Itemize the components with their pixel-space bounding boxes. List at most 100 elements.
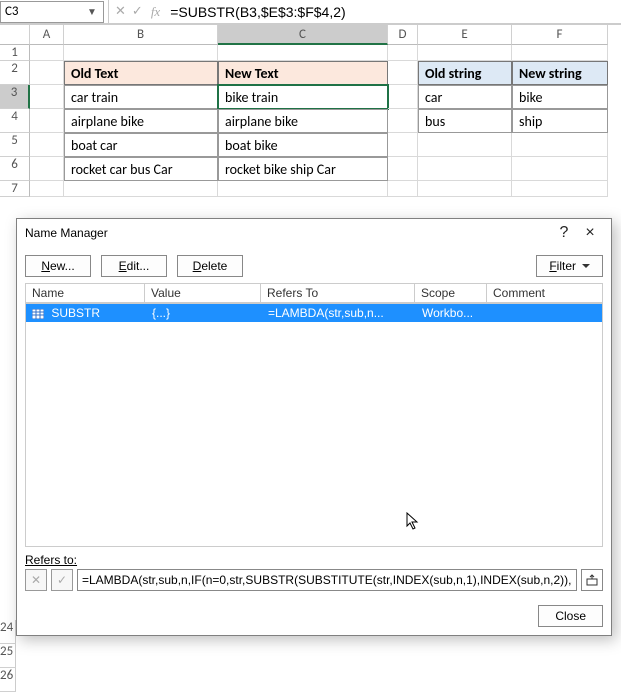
row-header-24[interactable]: 24 [0,620,16,644]
name-list[interactable]: SUBSTR {...} =LAMBDA(str,sub,n... Workbo… [25,303,603,547]
formula-input[interactable] [166,1,621,23]
cell-A6[interactable] [30,157,64,181]
refers-to-input[interactable] [77,569,577,591]
dialog-title: Name Manager [25,226,551,240]
header-old-string[interactable]: Old string [418,61,512,85]
row-header-25[interactable]: 25 [0,644,16,668]
edit-button[interactable]: Edit... [101,255,167,277]
formula-bar-buttons: ✕ ✓ fx [113,4,166,20]
cancel-icon[interactable]: ✕ [115,4,126,19]
cell-C5[interactable]: boat bike [218,133,388,157]
cell-E3[interactable]: car [418,85,512,109]
col-header-E[interactable]: E [418,25,512,45]
cell-C3[interactable]: bike train [218,85,388,109]
col-comment[interactable]: Comment [487,283,603,303]
row-header-7[interactable]: 7 [0,181,30,197]
cell-C6[interactable]: rocket bike ship Car [218,157,388,181]
cell-E6[interactable] [418,157,512,181]
row-value: {...} [146,304,262,322]
cell-D2[interactable] [388,61,418,85]
cell-F5[interactable] [512,133,608,157]
cell-F1[interactable] [512,45,608,61]
filter-button[interactable]: Filter [536,255,603,277]
cell-D4[interactable] [388,109,418,133]
cell-F6[interactable] [512,157,608,181]
enter-icon[interactable]: ✓ [132,4,143,19]
name-list-header: Name Value Refers To Scope Comment [17,283,611,303]
row-stubs: 24 25 26 [0,620,16,692]
cell-C1[interactable] [218,45,388,61]
col-scope[interactable]: Scope [415,283,487,303]
cell-A1[interactable] [30,45,64,61]
select-all-cell[interactable] [0,25,30,45]
name-manager-dialog: Name Manager ? × New... Edit... Delete F… [16,218,612,636]
close-button[interactable]: Close [538,605,603,627]
row-comment [488,304,602,322]
cell-F4[interactable]: ship [512,109,608,133]
formula-bar: C3 ▼ ✕ ✓ fx [0,0,621,24]
close-icon[interactable]: × [577,224,603,242]
col-value[interactable]: Value [145,283,261,303]
col-name[interactable]: Name [25,283,145,303]
dialog-titlebar[interactable]: Name Manager ? × [17,219,611,247]
cell-A4[interactable] [30,109,64,133]
refers-confirm-icon[interactable]: ✓ [51,569,73,591]
cell-F3[interactable]: bike [512,85,608,109]
row-header-6[interactable]: 6 [0,157,30,181]
cell-D3[interactable] [388,85,418,109]
cell-B5[interactable]: boat car [64,133,218,157]
col-header-B[interactable]: B [64,25,218,45]
cell-B3[interactable]: car train [64,85,218,109]
refers-cancel-icon[interactable]: ✕ [25,569,47,591]
row-refers: =LAMBDA(str,sub,n... [262,304,416,322]
chevron-down-icon[interactable]: ▼ [85,5,99,18]
row-scope: Workbo... [416,304,488,322]
cell-A3[interactable] [30,85,64,109]
cell-D7[interactable] [388,181,418,197]
name-row-substr[interactable]: SUBSTR {...} =LAMBDA(str,sub,n... Workbo… [26,304,602,322]
cell-C7[interactable] [218,181,388,197]
cell-B1[interactable] [64,45,218,61]
range-picker-icon[interactable] [581,569,603,591]
col-header-F[interactable]: F [512,25,608,45]
cell-E7[interactable] [418,181,512,197]
col-refers[interactable]: Refers To [261,283,415,303]
header-old-text[interactable]: Old Text [64,61,218,85]
row-header-4[interactable]: 4 [0,109,30,133]
row-header-1[interactable]: 1 [0,45,30,61]
delete-button[interactable]: Delete [177,255,243,277]
spreadsheet-grid[interactable]: A B C D E F 1 2 Old Text New Text Old st… [0,24,621,197]
cell-A5[interactable] [30,133,64,157]
cell-F7[interactable] [512,181,608,197]
cell-E5[interactable] [418,133,512,157]
refers-to-label: Refers to: [25,553,603,567]
new-button[interactable]: New... [25,255,91,277]
header-new-string[interactable]: New string [512,61,608,85]
name-box[interactable]: C3 ▼ [0,1,104,23]
row-header-5[interactable]: 5 [0,133,30,157]
cell-B4[interactable]: airplane bike [64,109,218,133]
cell-C4[interactable]: airplane bike [218,109,388,133]
dialog-footer: Close [17,597,611,635]
cell-B6[interactable]: rocket car bus Car [64,157,218,181]
header-new-text[interactable]: New Text [218,61,388,85]
cell-A7[interactable] [30,181,64,197]
row-header-2[interactable]: 2 [0,61,30,85]
help-button[interactable]: ? [551,224,577,242]
cell-A2[interactable] [30,61,64,85]
cell-B7[interactable] [64,181,218,197]
mouse-cursor-icon [406,512,420,530]
fx-icon[interactable]: fx [151,4,160,20]
col-header-A[interactable]: A [30,25,64,45]
dialog-toolbar: New... Edit... Delete Filter [17,247,611,283]
row-header-26[interactable]: 26 [0,668,16,692]
col-header-D[interactable]: D [388,25,418,45]
row-header-3[interactable]: 3 [0,85,30,109]
cell-D6[interactable] [388,157,418,181]
cell-E1[interactable] [418,45,512,61]
cell-D5[interactable] [388,133,418,157]
name-box-text: C3 [5,4,85,19]
col-header-C[interactable]: C [218,25,388,45]
cell-E4[interactable]: bus [418,109,512,133]
cell-D1[interactable] [388,45,418,61]
